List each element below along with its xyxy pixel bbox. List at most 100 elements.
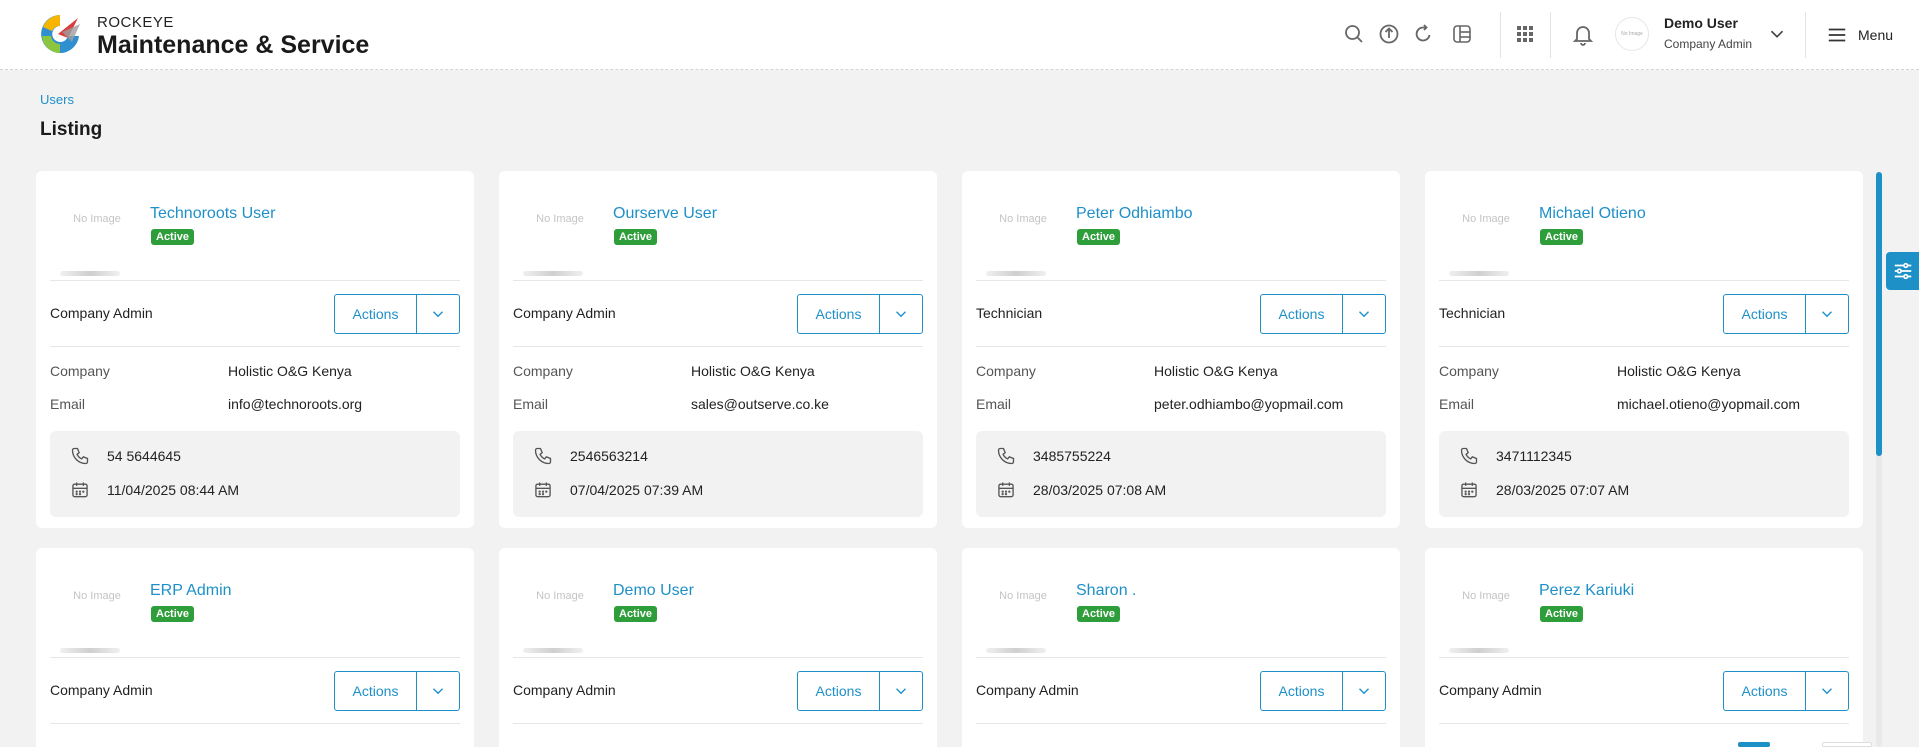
actions-split-button[interactable]: Actions	[1723, 294, 1849, 334]
avatar[interactable]: No Image	[1615, 17, 1649, 51]
company-label: Company	[513, 363, 573, 379]
user-name-link[interactable]: Michael Otieno	[1539, 205, 1646, 223]
actions-split-button[interactable]: Actions	[1723, 671, 1849, 711]
email-label: Email	[513, 396, 549, 412]
chevron-down-icon[interactable]	[1806, 295, 1848, 333]
actions-button[interactable]: Actions	[1261, 672, 1343, 710]
contact-panel: 3471112345 28/03/2025 07:07 AM	[1439, 431, 1849, 517]
chevron-down-icon[interactable]	[1343, 672, 1385, 710]
user-photo-placeholder: No Image	[1462, 213, 1510, 225]
user-card: No Image Technoroots User Active Company Ad…	[36, 171, 474, 528]
chevron-down-icon[interactable]	[1343, 295, 1385, 333]
header-divider	[1805, 12, 1806, 58]
chevron-down-icon[interactable]	[880, 672, 922, 710]
user-photo-placeholder: No Image	[999, 213, 1047, 225]
divider	[50, 723, 460, 724]
actions-button[interactable]: Actions	[1261, 295, 1343, 333]
calendar-icon	[70, 480, 90, 500]
actions-split-button[interactable]: Actions	[1260, 294, 1386, 334]
hamburger-icon	[1828, 28, 1846, 42]
user-photo-placeholder: No Image	[999, 590, 1047, 602]
scrollbar-thumb[interactable]	[1876, 172, 1882, 456]
user-photo-placeholder: No Image	[73, 213, 121, 225]
status-badge: Active	[151, 606, 195, 622]
company-value: Holistic O&G Kenya	[1617, 363, 1741, 379]
phone-value: 54 5644645	[107, 448, 181, 464]
user-photo-placeholder: No Image	[536, 213, 584, 225]
chevron-down-icon[interactable]	[417, 672, 459, 710]
user-name-link[interactable]: Demo User	[613, 582, 694, 600]
breadcrumb-users[interactable]: Users	[40, 92, 74, 107]
actions-button[interactable]: Actions	[335, 295, 417, 333]
user-photo-placeholder: No Image	[73, 590, 121, 602]
user-photo-placeholder: No Image	[536, 590, 584, 602]
layout-icon[interactable]	[1450, 22, 1474, 46]
actions-split-button[interactable]: Actions	[334, 294, 460, 334]
divider	[1439, 657, 1849, 658]
actions-split-button[interactable]: Actions	[1260, 671, 1386, 711]
contact-panel: 2546563214 07/04/2025 07:39 AM	[513, 431, 923, 517]
divider	[976, 346, 1386, 347]
apps-grid-icon[interactable]	[1513, 22, 1537, 46]
filter-panel-toggle[interactable]	[1886, 252, 1919, 290]
chevron-down-icon[interactable]	[1806, 672, 1848, 710]
email-value: info@technoroots.org	[228, 396, 363, 412]
divider	[976, 280, 1386, 281]
user-role: Company Admin	[50, 305, 153, 321]
chevron-down-icon[interactable]	[417, 295, 459, 333]
contact-panel: 54 5644645 11/04/2025 08:44 AM	[50, 431, 460, 517]
divider	[513, 723, 923, 724]
refresh-icon[interactable]	[1411, 22, 1435, 46]
user-name-link[interactable]: Peter Odhiambo	[1076, 205, 1193, 223]
photo-caption-bar	[60, 271, 120, 276]
search-icon[interactable]	[1342, 22, 1366, 46]
divider	[513, 280, 923, 281]
actions-split-button[interactable]: Actions	[797, 671, 923, 711]
email-value: peter.odhiambo@yopmail.com	[1154, 396, 1344, 412]
divider	[976, 723, 1386, 724]
chevron-down-icon[interactable]	[880, 295, 922, 333]
divider	[1439, 280, 1849, 281]
pagination-active[interactable]	[1738, 742, 1770, 747]
user-role: Technician	[1439, 305, 1506, 321]
actions-button[interactable]: Actions	[335, 672, 417, 710]
user-role: Technician	[976, 305, 1043, 321]
upload-icon[interactable]	[1377, 22, 1401, 46]
status-badge: Active	[1540, 606, 1584, 622]
email-label: Email	[50, 396, 86, 412]
actions-button[interactable]: Actions	[1724, 672, 1806, 710]
chevron-down-icon[interactable]	[1766, 23, 1788, 45]
user-name-link[interactable]: Sharon .	[1076, 582, 1136, 600]
bell-icon[interactable]	[1571, 22, 1595, 46]
rockeye-logo[interactable]	[38, 12, 82, 56]
brand-title: Maintenance & Service	[97, 31, 370, 59]
user-name-link[interactable]: Perez Kariuki	[1539, 582, 1634, 600]
actions-button[interactable]: Actions	[798, 672, 880, 710]
actions-button[interactable]: Actions	[798, 295, 880, 333]
page-title: Listing	[40, 119, 103, 140]
phone-icon	[1459, 446, 1479, 466]
user-name-link[interactable]: Ourserve User	[613, 205, 717, 223]
user-name-link[interactable]: ERP Admin	[150, 582, 232, 600]
user-name[interactable]: Demo User	[1664, 15, 1738, 31]
actions-split-button[interactable]: Actions	[334, 671, 460, 711]
user-name-link[interactable]: Technoroots User	[150, 205, 275, 223]
phone-value: 3485755224	[1033, 448, 1111, 464]
header-divider	[1550, 12, 1551, 58]
divider	[513, 657, 923, 658]
contact-panel: 3485755224 28/03/2025 07:08 AM	[976, 431, 1386, 517]
email-value: sales@outserve.co.ke	[691, 396, 829, 412]
email-label: Email	[1439, 396, 1475, 412]
user-card: No Image Sharon . Active Company Admin Actio…	[962, 548, 1400, 747]
pagination-button[interactable]	[1822, 742, 1872, 747]
photo-caption-bar	[523, 648, 583, 653]
menu-label: Menu	[1858, 27, 1894, 43]
status-badge: Active	[614, 229, 658, 245]
menu-button[interactable]: Menu	[1826, 24, 1893, 46]
user-card: No Image Michael Otieno Active Technician Ac…	[1425, 171, 1863, 528]
divider	[976, 657, 1386, 658]
actions-button[interactable]: Actions	[1724, 295, 1806, 333]
user-role: Company Admin	[513, 682, 616, 698]
actions-split-button[interactable]: Actions	[797, 294, 923, 334]
user-role: Company Admin	[513, 305, 616, 321]
